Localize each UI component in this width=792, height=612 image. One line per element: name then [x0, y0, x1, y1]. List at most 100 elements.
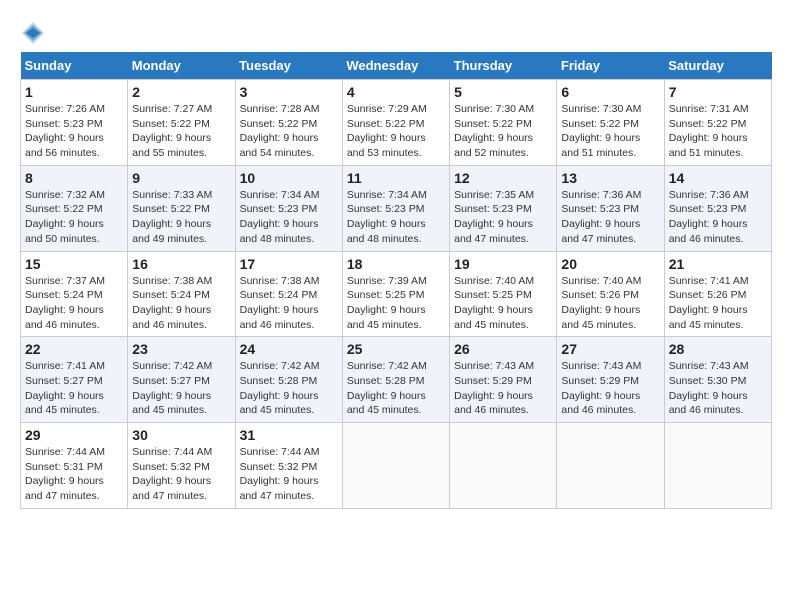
day-info: Sunrise: 7:43 AM Sunset: 5:29 PM Dayligh… [561, 359, 659, 418]
day-number: 28 [669, 341, 767, 357]
day-number: 17 [240, 256, 338, 272]
day-info: Sunrise: 7:34 AM Sunset: 5:23 PM Dayligh… [240, 188, 338, 247]
table-row: 12 Sunrise: 7:35 AM Sunset: 5:23 PM Dayl… [450, 165, 557, 251]
table-row: 14 Sunrise: 7:36 AM Sunset: 5:23 PM Dayl… [664, 165, 771, 251]
day-info: Sunrise: 7:44 AM Sunset: 5:31 PM Dayligh… [25, 445, 123, 504]
table-row: 7 Sunrise: 7:31 AM Sunset: 5:22 PM Dayli… [664, 80, 771, 166]
table-row: 4 Sunrise: 7:29 AM Sunset: 5:22 PM Dayli… [342, 80, 449, 166]
table-row: 23 Sunrise: 7:42 AM Sunset: 5:27 PM Dayl… [128, 337, 235, 423]
table-row: 29 Sunrise: 7:44 AM Sunset: 5:31 PM Dayl… [21, 423, 128, 509]
day-info: Sunrise: 7:28 AM Sunset: 5:22 PM Dayligh… [240, 102, 338, 161]
table-row: 31 Sunrise: 7:44 AM Sunset: 5:32 PM Dayl… [235, 423, 342, 509]
day-number: 13 [561, 170, 659, 186]
day-number: 2 [132, 84, 230, 100]
day-info: Sunrise: 7:35 AM Sunset: 5:23 PM Dayligh… [454, 188, 552, 247]
day-info: Sunrise: 7:42 AM Sunset: 5:27 PM Dayligh… [132, 359, 230, 418]
table-row: 26 Sunrise: 7:43 AM Sunset: 5:29 PM Dayl… [450, 337, 557, 423]
table-row: 8 Sunrise: 7:32 AM Sunset: 5:22 PM Dayli… [21, 165, 128, 251]
table-row: 30 Sunrise: 7:44 AM Sunset: 5:32 PM Dayl… [128, 423, 235, 509]
table-row: 15 Sunrise: 7:37 AM Sunset: 5:24 PM Dayl… [21, 251, 128, 337]
table-row: 13 Sunrise: 7:36 AM Sunset: 5:23 PM Dayl… [557, 165, 664, 251]
calendar-row-3: 15 Sunrise: 7:37 AM Sunset: 5:24 PM Dayl… [21, 251, 772, 337]
day-number: 3 [240, 84, 338, 100]
table-row: 28 Sunrise: 7:43 AM Sunset: 5:30 PM Dayl… [664, 337, 771, 423]
day-number: 26 [454, 341, 552, 357]
day-info: Sunrise: 7:34 AM Sunset: 5:23 PM Dayligh… [347, 188, 445, 247]
table-row: 20 Sunrise: 7:40 AM Sunset: 5:26 PM Dayl… [557, 251, 664, 337]
day-number: 7 [669, 84, 767, 100]
day-info: Sunrise: 7:36 AM Sunset: 5:23 PM Dayligh… [669, 188, 767, 247]
day-info: Sunrise: 7:39 AM Sunset: 5:25 PM Dayligh… [347, 274, 445, 333]
day-number: 29 [25, 427, 123, 443]
header-saturday: Saturday [664, 52, 771, 80]
day-number: 11 [347, 170, 445, 186]
header-sunday: Sunday [21, 52, 128, 80]
day-info: Sunrise: 7:37 AM Sunset: 5:24 PM Dayligh… [25, 274, 123, 333]
day-number: 27 [561, 341, 659, 357]
table-row: 3 Sunrise: 7:28 AM Sunset: 5:22 PM Dayli… [235, 80, 342, 166]
table-row: 21 Sunrise: 7:41 AM Sunset: 5:26 PM Dayl… [664, 251, 771, 337]
day-info: Sunrise: 7:30 AM Sunset: 5:22 PM Dayligh… [561, 102, 659, 161]
day-info: Sunrise: 7:29 AM Sunset: 5:22 PM Dayligh… [347, 102, 445, 161]
day-info: Sunrise: 7:44 AM Sunset: 5:32 PM Dayligh… [240, 445, 338, 504]
table-row: 1 Sunrise: 7:26 AM Sunset: 5:23 PM Dayli… [21, 80, 128, 166]
day-info: Sunrise: 7:44 AM Sunset: 5:32 PM Dayligh… [132, 445, 230, 504]
table-row: 17 Sunrise: 7:38 AM Sunset: 5:24 PM Dayl… [235, 251, 342, 337]
day-number: 24 [240, 341, 338, 357]
table-row [664, 423, 771, 509]
header-thursday: Thursday [450, 52, 557, 80]
calendar-row-2: 8 Sunrise: 7:32 AM Sunset: 5:22 PM Dayli… [21, 165, 772, 251]
day-info: Sunrise: 7:32 AM Sunset: 5:22 PM Dayligh… [25, 188, 123, 247]
calendar-row-1: 1 Sunrise: 7:26 AM Sunset: 5:23 PM Dayli… [21, 80, 772, 166]
day-info: Sunrise: 7:41 AM Sunset: 5:26 PM Dayligh… [669, 274, 767, 333]
day-info: Sunrise: 7:27 AM Sunset: 5:22 PM Dayligh… [132, 102, 230, 161]
day-number: 10 [240, 170, 338, 186]
calendar-table: Sunday Monday Tuesday Wednesday Thursday… [20, 52, 772, 509]
table-row: 10 Sunrise: 7:34 AM Sunset: 5:23 PM Dayl… [235, 165, 342, 251]
day-info: Sunrise: 7:42 AM Sunset: 5:28 PM Dayligh… [347, 359, 445, 418]
day-number: 31 [240, 427, 338, 443]
day-number: 1 [25, 84, 123, 100]
header-tuesday: Tuesday [235, 52, 342, 80]
day-number: 19 [454, 256, 552, 272]
day-info: Sunrise: 7:40 AM Sunset: 5:26 PM Dayligh… [561, 274, 659, 333]
table-row: 19 Sunrise: 7:40 AM Sunset: 5:25 PM Dayl… [450, 251, 557, 337]
day-number: 14 [669, 170, 767, 186]
table-row [342, 423, 449, 509]
day-number: 15 [25, 256, 123, 272]
day-info: Sunrise: 7:42 AM Sunset: 5:28 PM Dayligh… [240, 359, 338, 418]
day-info: Sunrise: 7:26 AM Sunset: 5:23 PM Dayligh… [25, 102, 123, 161]
day-number: 18 [347, 256, 445, 272]
day-info: Sunrise: 7:38 AM Sunset: 5:24 PM Dayligh… [240, 274, 338, 333]
table-row [450, 423, 557, 509]
day-number: 12 [454, 170, 552, 186]
day-number: 25 [347, 341, 445, 357]
day-info: Sunrise: 7:36 AM Sunset: 5:23 PM Dayligh… [561, 188, 659, 247]
day-info: Sunrise: 7:43 AM Sunset: 5:30 PM Dayligh… [669, 359, 767, 418]
table-row [557, 423, 664, 509]
header-monday: Monday [128, 52, 235, 80]
table-row: 27 Sunrise: 7:43 AM Sunset: 5:29 PM Dayl… [557, 337, 664, 423]
day-info: Sunrise: 7:38 AM Sunset: 5:24 PM Dayligh… [132, 274, 230, 333]
table-row: 9 Sunrise: 7:33 AM Sunset: 5:22 PM Dayli… [128, 165, 235, 251]
header-friday: Friday [557, 52, 664, 80]
day-number: 20 [561, 256, 659, 272]
calendar-row-4: 22 Sunrise: 7:41 AM Sunset: 5:27 PM Dayl… [21, 337, 772, 423]
day-number: 4 [347, 84, 445, 100]
table-row: 5 Sunrise: 7:30 AM Sunset: 5:22 PM Dayli… [450, 80, 557, 166]
table-row: 22 Sunrise: 7:41 AM Sunset: 5:27 PM Dayl… [21, 337, 128, 423]
logo [20, 20, 46, 42]
day-info: Sunrise: 7:33 AM Sunset: 5:22 PM Dayligh… [132, 188, 230, 247]
calendar-row-5: 29 Sunrise: 7:44 AM Sunset: 5:31 PM Dayl… [21, 423, 772, 509]
table-row: 25 Sunrise: 7:42 AM Sunset: 5:28 PM Dayl… [342, 337, 449, 423]
logo-icon [20, 20, 46, 46]
day-info: Sunrise: 7:43 AM Sunset: 5:29 PM Dayligh… [454, 359, 552, 418]
day-info: Sunrise: 7:31 AM Sunset: 5:22 PM Dayligh… [669, 102, 767, 161]
day-info: Sunrise: 7:40 AM Sunset: 5:25 PM Dayligh… [454, 274, 552, 333]
table-row: 24 Sunrise: 7:42 AM Sunset: 5:28 PM Dayl… [235, 337, 342, 423]
day-number: 16 [132, 256, 230, 272]
day-number: 22 [25, 341, 123, 357]
day-info: Sunrise: 7:41 AM Sunset: 5:27 PM Dayligh… [25, 359, 123, 418]
table-row: 6 Sunrise: 7:30 AM Sunset: 5:22 PM Dayli… [557, 80, 664, 166]
table-row: 18 Sunrise: 7:39 AM Sunset: 5:25 PM Dayl… [342, 251, 449, 337]
